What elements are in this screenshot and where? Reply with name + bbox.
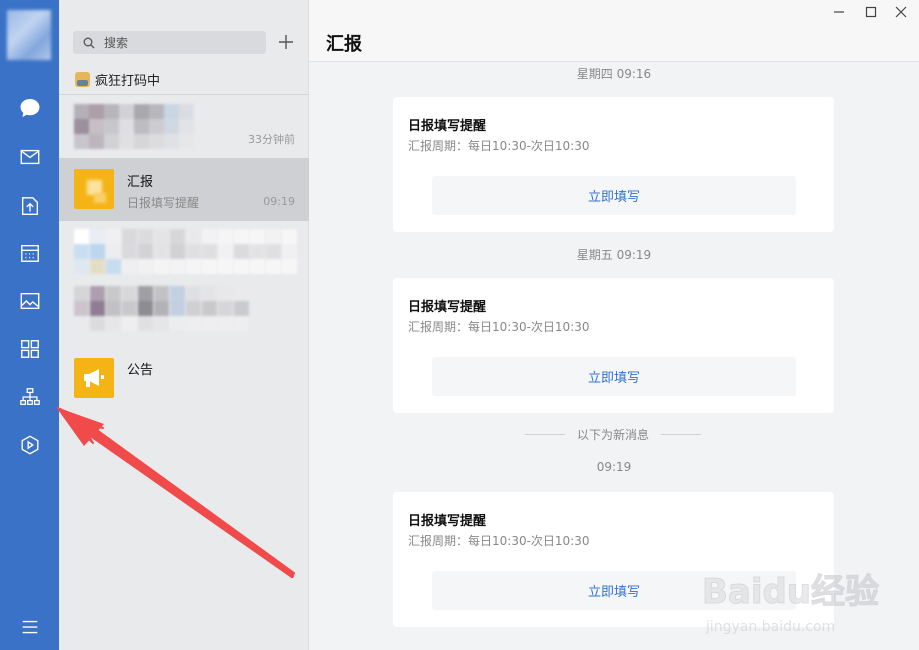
search-icon xyxy=(83,37,95,48)
search-input[interactable] xyxy=(104,35,254,50)
avatar[interactable] xyxy=(7,10,51,60)
hamburger-menu-icon xyxy=(22,620,37,634)
user-status[interactable]: 疯狂打码中 xyxy=(75,70,160,89)
pixelated-content xyxy=(74,104,194,149)
list-item[interactable]: 33分钟前 xyxy=(59,95,309,158)
fill-now-button[interactable]: 立即填写 xyxy=(432,357,796,396)
divider-line xyxy=(525,434,565,435)
conv-name: 公告 xyxy=(127,363,154,378)
message-timestamp: 09:19 xyxy=(596,460,632,474)
pixelated-content xyxy=(74,286,250,331)
add-button[interactable] xyxy=(275,31,297,53)
card-subtitle: 汇报周期：每日10:30-次日10:30 xyxy=(408,534,590,548)
chat-header: 汇报 xyxy=(309,0,919,62)
divider-line xyxy=(660,434,701,435)
announcement-avatar xyxy=(74,358,114,398)
hexagon-play-icon xyxy=(21,435,38,455)
page-title: 汇报 xyxy=(326,34,362,55)
close-button[interactable] xyxy=(891,4,911,20)
message-timestamp: 星期五 09:19 xyxy=(576,248,652,262)
card-title: 日报填写提醒 xyxy=(408,514,487,529)
conv-time: 09:19 xyxy=(263,195,295,208)
report-app-avatar xyxy=(74,169,114,209)
user-status-text: 疯狂打码中 xyxy=(95,74,161,89)
list-item[interactable] xyxy=(59,221,309,284)
new-messages-label: 以下为新消息 xyxy=(576,428,649,442)
plus-icon xyxy=(279,35,293,49)
nav-messages[interactable] xyxy=(0,88,59,128)
maximize-icon xyxy=(865,6,877,18)
message-timestamp: 星期四 09:16 xyxy=(576,67,652,81)
chat-bubble-icon xyxy=(20,99,39,117)
baidu-jingyan-watermark: Baidu经验 jingyan.baidu.com xyxy=(702,572,880,636)
report-reminder-card: 日报填写提醒 汇报周期：每日10:30-次日10:30 立即填写 xyxy=(393,97,834,232)
list-item[interactable] xyxy=(59,284,309,347)
nav-org-chart[interactable] xyxy=(0,377,59,417)
minimize-icon xyxy=(834,11,844,13)
org-chart-icon xyxy=(19,388,40,405)
document-upload-icon xyxy=(21,197,38,215)
pixelated-content xyxy=(74,229,298,274)
nav-calendar[interactable] xyxy=(0,233,59,273)
list-item-huibao[interactable]: 汇报 日报填写提醒 09:19 xyxy=(59,158,309,221)
maximize-button[interactable] xyxy=(861,4,881,20)
fill-now-button[interactable]: 立即填写 xyxy=(432,176,796,215)
worker-emoji-icon xyxy=(75,72,90,87)
watermark-url: jingyan.baidu.com xyxy=(705,619,835,635)
conversation-list: 疯狂打码中 33分钟前 汇报 日报填写提醒 09:19 xyxy=(59,0,309,650)
mail-icon xyxy=(20,149,39,165)
minimize-button[interactable] xyxy=(829,4,849,20)
nav-mail[interactable] xyxy=(0,137,59,177)
image-icon xyxy=(20,292,39,310)
nav-photos[interactable] xyxy=(0,281,59,321)
card-title: 日报填写提醒 xyxy=(408,300,487,315)
nav-rail xyxy=(0,0,59,650)
card-subtitle: 汇报周期：每日10:30-次日10:30 xyxy=(408,139,590,153)
megaphone-icon xyxy=(84,369,104,387)
new-messages-divider: 以下为新消息 xyxy=(525,426,701,443)
list-item-gonggao[interactable]: 公告 xyxy=(59,347,309,410)
search-box[interactable] xyxy=(73,31,266,54)
nav-cube[interactable] xyxy=(0,425,59,465)
watermark-brand: Baidu经验 xyxy=(702,572,879,612)
grid-icon xyxy=(20,340,39,358)
nav-menu[interactable] xyxy=(0,607,59,647)
chat-pane: 汇报 星期四 09:16 日报填写提醒 汇报周期：每日10:30-次日10:30… xyxy=(309,0,919,650)
calendar-icon xyxy=(20,244,39,262)
nav-workbench[interactable] xyxy=(0,186,59,226)
conv-name: 汇报 xyxy=(127,175,154,190)
close-icon xyxy=(895,6,907,18)
conv-preview: 日报填写提醒 xyxy=(127,196,200,210)
card-subtitle: 汇报周期：每日10:30-次日10:30 xyxy=(408,320,590,334)
conv-time: 33分钟前 xyxy=(248,133,295,146)
card-title: 日报填写提醒 xyxy=(408,119,487,134)
nav-apps[interactable] xyxy=(0,329,59,369)
report-reminder-card: 日报填写提醒 汇报周期：每日10:30-次日10:30 立即填写 xyxy=(393,278,834,413)
